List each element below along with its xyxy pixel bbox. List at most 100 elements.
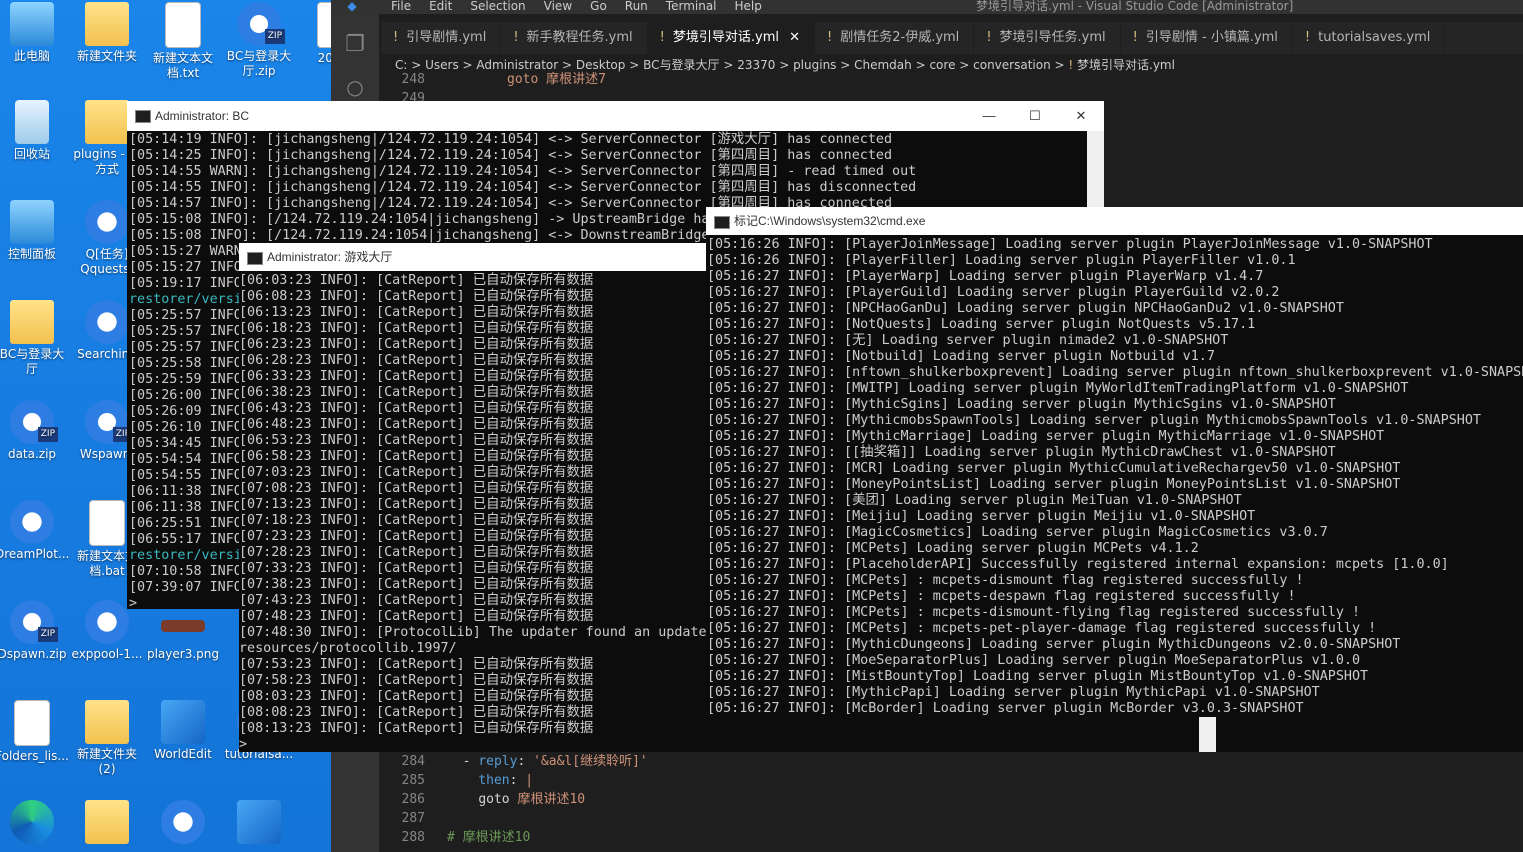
code-comment: # 摩根讲述10 xyxy=(447,830,531,845)
desktop-icon[interactable] xyxy=(222,800,296,847)
console-line: [05:16:27 INFO]: [MCR] Loading server pl… xyxy=(707,461,1401,476)
tab-label: tutorialsaves.yml xyxy=(1318,30,1431,45)
desktop-icon[interactable]: 新建文件夹 xyxy=(70,2,144,64)
desktop-icon[interactable]: player3.png xyxy=(146,600,220,662)
editor-tab[interactable]: ! 引导剧情 - 小镇篇.yml xyxy=(1121,22,1293,54)
code-editor[interactable]: 284 - reply: '&a&l[继续聆听]' 285 then: | 286 … xyxy=(379,752,1523,852)
code-key: then xyxy=(478,773,510,788)
console-line: [05:16:27 INFO]: [美团] Loading server plu… xyxy=(707,493,1242,508)
menu-run[interactable]: Run xyxy=(625,0,648,13)
desktop-icon[interactable]: exppool-1... xyxy=(70,600,144,662)
editor-tab[interactable]: ! tutorialsaves.yml xyxy=(1293,22,1446,54)
desktop-icon-label: 控制面板 xyxy=(7,247,56,261)
zip-icon: ZIP xyxy=(237,2,285,46)
desktop-icon[interactable]: Folders_lis... xyxy=(0,700,69,764)
tab-label: 引导剧情.yml xyxy=(406,30,487,45)
console-line: [08:13:23 INFO]: [CatReport] 已自动保存所有数据 xyxy=(239,721,594,736)
console-line: [07:23:23 INFO]: [CatReport] 已自动保存所有数据 xyxy=(239,529,594,544)
desktop-icon-label: data.zip xyxy=(7,447,57,461)
search-icon[interactable]: ○ xyxy=(331,75,379,99)
yaml-file-icon: ! xyxy=(659,30,665,45)
desktop-icon-label: 新建文本文档.txt xyxy=(152,51,213,80)
editor-tab[interactable]: ! 新手教程任务.yml xyxy=(501,22,648,54)
console-line: [07:28:23 INFO]: [CatReport] 已自动保存所有数据 xyxy=(239,545,594,560)
console-lobby-output: [06:03:23 INFO]: [CatReport] 已自动保存所有数据 [0… xyxy=(239,271,706,752)
console-line: [07:33:23 INFO]: [CatReport] 已自动保存所有数据 xyxy=(239,561,594,576)
pc-icon xyxy=(10,2,54,46)
console-line: [05:16:27 INFO]: [[抽奖箱]] Loading server … xyxy=(707,445,1336,460)
desktop-icon-label: 回收站 xyxy=(13,147,50,161)
vs-icon xyxy=(161,700,205,744)
desktop-icon[interactable]: ZIP BC与登录大厅.zip xyxy=(222,2,296,79)
console-bc-titlebar: Administrator: BC — ☐ ✕ xyxy=(127,101,1104,131)
menu-view[interactable]: View xyxy=(544,0,572,13)
tab-close-icon[interactable]: ✕ xyxy=(785,30,800,45)
desktop-icon[interactable]: WorldEdit xyxy=(146,700,220,762)
console-line: [05:16:27 INFO]: [NPCHaoGanDu] Loading s… xyxy=(707,301,1344,316)
menu-selection[interactable]: Selection xyxy=(470,0,525,13)
console-line: [05:16:27 INFO]: [MagicCosmetics] Loadin… xyxy=(707,525,1328,540)
console-line: [05:16:27 INFO]: [MoeSeparatorPlus] Load… xyxy=(707,653,1361,668)
console-line: [06:38:23 INFO]: [CatReport] 已自动保存所有数据 xyxy=(239,385,594,400)
console-line: [06:48:23 INFO]: [CatReport] 已自动保存所有数据 xyxy=(239,417,594,432)
console-cmd-scrollbar[interactable] xyxy=(1199,717,1216,752)
line-number: 286 xyxy=(401,792,425,807)
desktop-icon-label: DreamPlot... xyxy=(0,547,70,561)
menu-help[interactable]: Help xyxy=(735,0,762,13)
menu-go[interactable]: Go xyxy=(590,0,607,13)
maximize-button[interactable]: ☐ xyxy=(1012,101,1058,131)
txt-icon xyxy=(14,700,50,746)
console-line: [06:53:23 INFO]: [CatReport] 已自动保存所有数据 xyxy=(239,433,594,448)
txt-icon xyxy=(165,2,201,48)
desktop-icon[interactable]: 新建文本文档.txt xyxy=(146,2,220,81)
desktop-icon[interactable]: DreamPlot... xyxy=(0,500,69,562)
code-colon: : xyxy=(509,773,526,788)
app-icon xyxy=(85,300,129,344)
explorer-icon[interactable]: ❐ xyxy=(331,32,379,57)
desktop-icon-label: player3.png xyxy=(146,647,219,661)
code-line: 286 goto 摩根讲述10 xyxy=(379,790,1523,809)
desktop-icon[interactable] xyxy=(70,800,144,847)
desktop-icon[interactable]: ZIP data.zip xyxy=(0,400,69,462)
editor-tab[interactable]: ! 梦境引导对话.yml ✕ xyxy=(647,22,816,54)
desktop-icon[interactable] xyxy=(146,800,220,847)
console-bc-title: Administrator: BC xyxy=(155,109,250,123)
yaml-file-icon: ! xyxy=(1304,30,1311,45)
console-lobby-window: Administrator: 游戏大厅 [06:03:23 INFO]: [Ca… xyxy=(239,243,706,752)
app-icon xyxy=(10,500,54,544)
zip-icon: ZIP xyxy=(10,600,58,644)
console-line: [06:43:23 INFO]: [CatReport] 已自动保存所有数据 xyxy=(239,401,594,416)
line-number: 287 xyxy=(401,811,425,826)
code-key: reply xyxy=(478,754,518,769)
desktop-icon[interactable]: BC与登录大厅 xyxy=(0,300,69,377)
desktop-icon[interactable]: 新建文件夹 (2) xyxy=(70,700,144,777)
desktop-icon[interactable]: 控制面板 xyxy=(0,200,69,262)
code-value: | xyxy=(525,773,534,788)
console-line: [07:58:23 INFO]: [CatReport] 已自动保存所有数据 xyxy=(239,673,594,688)
desktop-icon[interactable]: 回收站 xyxy=(0,100,69,162)
console-icon xyxy=(247,252,263,265)
console-line: [08:08:23 INFO]: [CatReport] 已自动保存所有数据 xyxy=(239,705,594,720)
console-lobby-titlebar: Administrator: 游戏大厅 xyxy=(239,243,706,271)
desktop-icon[interactable]: ZIP Dspawn.zip xyxy=(0,600,69,662)
console-line: [06:58:23 INFO]: [CatReport] 已自动保存所有数据 xyxy=(239,449,594,464)
code-line: 287 xyxy=(379,809,1523,828)
desktop-icon[interactable]: 此电脑 xyxy=(0,2,69,64)
editor-tab[interactable]: ! 引导剧情.yml xyxy=(381,22,502,54)
console-line: [07:43:23 INFO]: [CatReport] 已自动保存所有数据 xyxy=(239,593,594,608)
minimize-button[interactable]: — xyxy=(966,101,1012,131)
close-button[interactable]: ✕ xyxy=(1058,101,1104,131)
folder-icon xyxy=(85,2,129,46)
desktop-icon[interactable] xyxy=(0,800,69,847)
console-line: [06:03:23 INFO]: [CatReport] 已自动保存所有数据 xyxy=(239,273,594,288)
menu-terminal[interactable]: Terminal xyxy=(666,0,717,13)
menu-file[interactable]: File xyxy=(391,0,411,13)
folder-icon xyxy=(85,100,129,144)
editor-tab[interactable]: ! 剧情任务2-伊威.yml xyxy=(815,22,975,54)
console-line: [05:14:55 WARN]: [jichangsheng|/124.72.1… xyxy=(129,164,917,179)
code-value: '&a&l[继续聆听]' xyxy=(533,754,648,769)
desktop-icon-label: WorldEdit xyxy=(154,747,212,761)
menu-edit[interactable]: Edit xyxy=(429,0,452,13)
editor-tab[interactable]: ! 梦境引导任务.yml xyxy=(974,22,1121,54)
console-line: [06:08:23 INFO]: [CatReport] 已自动保存所有数据 xyxy=(239,289,594,304)
